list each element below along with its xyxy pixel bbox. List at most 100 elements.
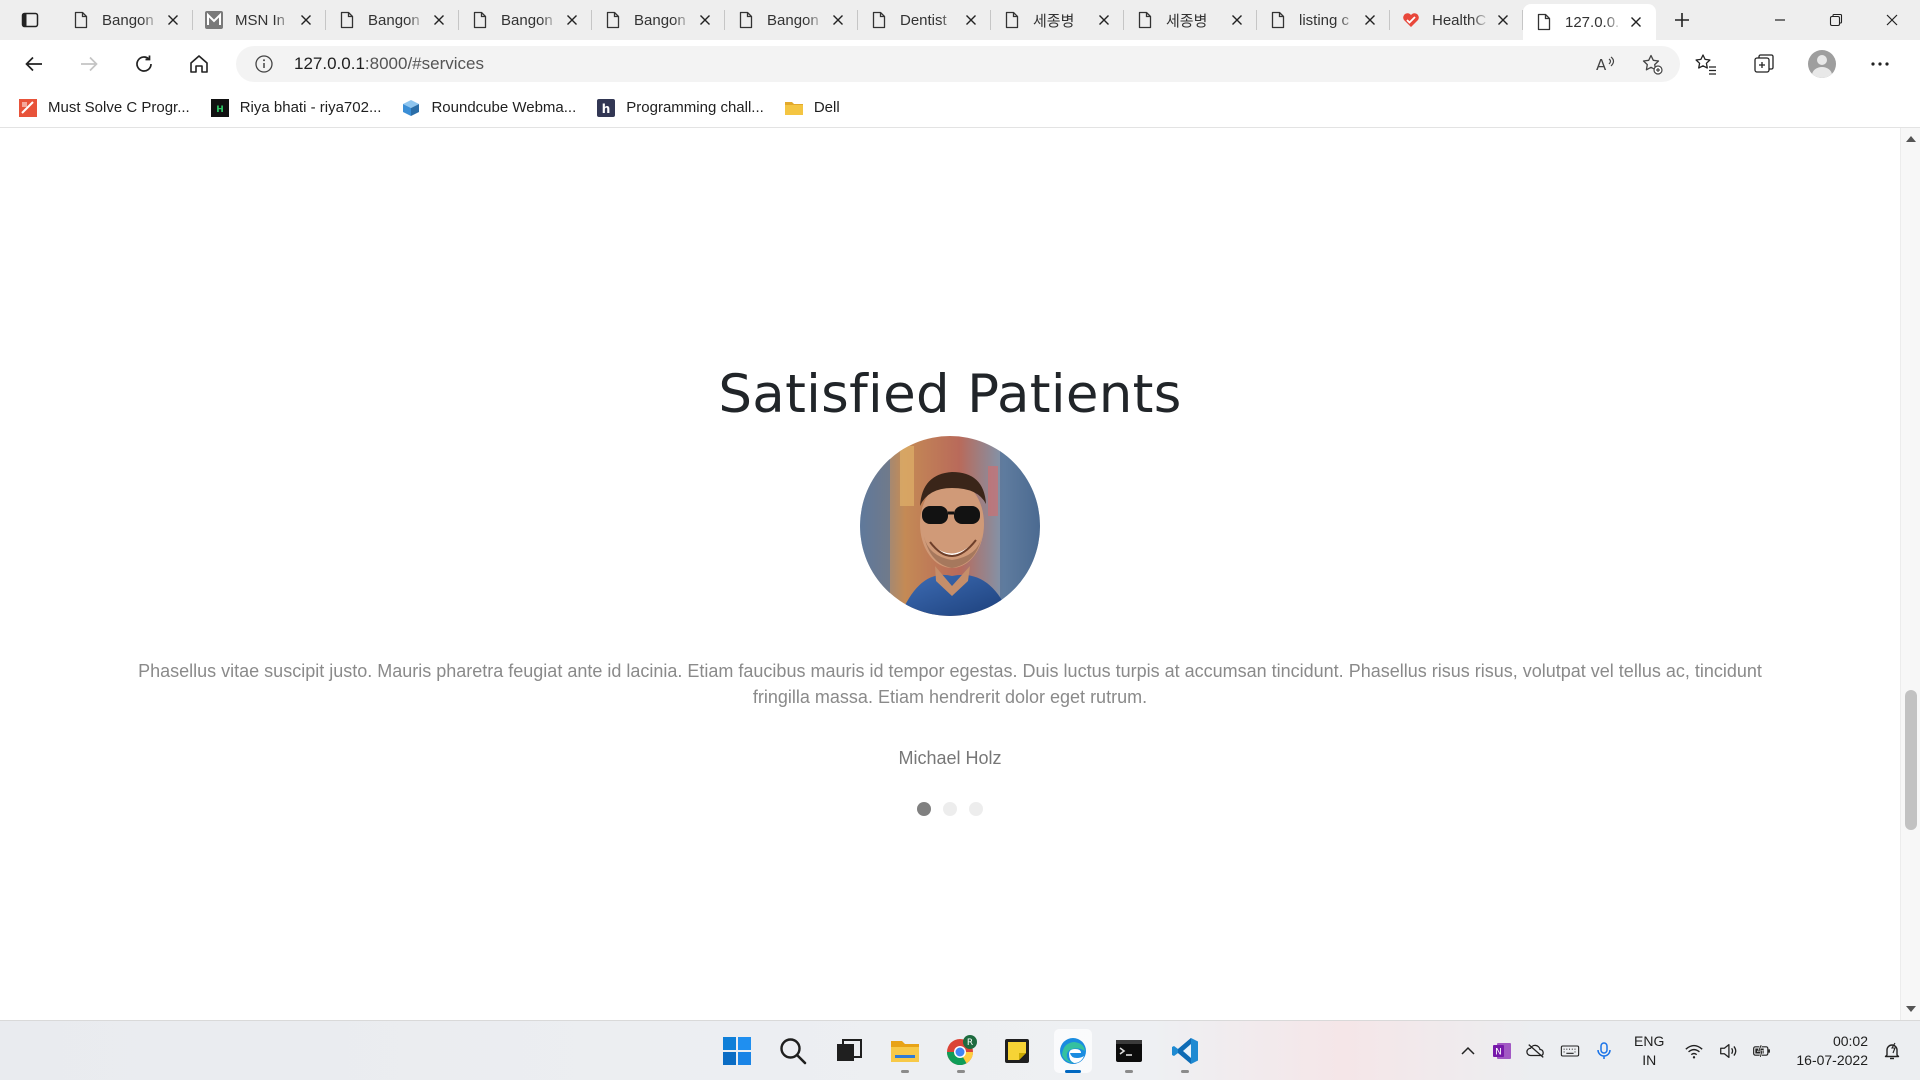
input-language-indicator[interactable]: ENG IN [1634, 1032, 1664, 1070]
reload-icon [136, 55, 152, 72]
forward-button[interactable] [69, 46, 109, 82]
profile-button[interactable] [1804, 46, 1840, 82]
scroll-up-arrow-icon[interactable] [1906, 136, 1916, 142]
keyboard-icon[interactable] [1560, 1041, 1580, 1061]
tab-title: MSN In [235, 11, 286, 29]
browser-tab[interactable]: Dentist [858, 0, 991, 40]
language-region: IN [1642, 1052, 1657, 1068]
browser-tab[interactable]: Bangon [326, 0, 459, 40]
tab-title: 세종병 [1033, 12, 1075, 30]
read-aloud-icon[interactable]: A [1594, 52, 1618, 76]
system-clock[interactable]: 00:02 16-07-2022 [1796, 1032, 1868, 1070]
svg-text:N: N [1495, 1048, 1502, 1058]
browser-tab[interactable]: listing c [1257, 0, 1390, 40]
carousel-dot-active[interactable] [917, 802, 931, 816]
sticky-notes-app[interactable] [998, 1029, 1036, 1073]
gfg-red-icon [18, 98, 38, 118]
onedrive-offline-icon[interactable] [1526, 1041, 1546, 1061]
browser-tab[interactable]: 세종병 [991, 0, 1124, 40]
tab-close-icon[interactable] [562, 10, 582, 30]
edge-icon [1060, 1038, 1086, 1064]
page-icon [604, 11, 622, 29]
task-view-button[interactable] [830, 1029, 868, 1073]
favorites-button[interactable] [1688, 46, 1724, 82]
url-text: 127.0.0.1:8000/#services [294, 54, 484, 74]
tab-close-icon[interactable] [163, 10, 183, 30]
page-icon [72, 11, 90, 29]
testimonial-text: Phasellus vitae suscipit justo. Mauris p… [138, 661, 1762, 707]
bookmark-label: Riya bhati - riya702... [239, 99, 382, 116]
browser-tab[interactable]: Bangon [459, 0, 592, 40]
running-indicator [957, 1070, 965, 1073]
bookmark-item[interactable]: H Riya bhati - riya702... [210, 98, 382, 118]
bookmark-item[interactable]: h Programming chall... [596, 98, 764, 118]
back-button[interactable] [14, 46, 54, 82]
vscode-app[interactable] [1166, 1029, 1204, 1073]
more-horizontal-icon [1871, 62, 1889, 66]
browser-tab[interactable]: MSN In [193, 0, 326, 40]
tab-close-icon[interactable] [429, 10, 449, 30]
show-hidden-icons-chevron-up-icon[interactable] [1458, 1041, 1478, 1061]
tab-close-icon[interactable] [695, 10, 715, 30]
collections-button[interactable] [1746, 46, 1782, 82]
onenote-icon[interactable]: N [1492, 1041, 1512, 1061]
window-controls [1752, 0, 1920, 40]
volume-icon[interactable] [1718, 1041, 1738, 1061]
tab-close-icon[interactable] [961, 10, 981, 30]
svg-text:A: A [1596, 56, 1607, 74]
tab-close-icon[interactable] [828, 10, 848, 30]
browser-tab[interactable]: Bangon [60, 0, 193, 40]
browser-tab[interactable]: Bangon [725, 0, 858, 40]
page-scrollbar[interactable] [1900, 128, 1920, 1020]
close-window-button[interactable] [1864, 0, 1920, 40]
bookmark-item[interactable]: Dell [784, 98, 840, 118]
bookmark-item[interactable]: Roundcube Webma... [401, 98, 576, 118]
home-button[interactable] [179, 46, 219, 82]
tab-close-icon[interactable] [1094, 10, 1114, 30]
chrome-app[interactable]: R [942, 1029, 980, 1073]
start-button[interactable] [718, 1029, 756, 1073]
browser-tab[interactable]: 세종병 [1124, 0, 1257, 40]
edge-app[interactable] [1054, 1029, 1092, 1073]
site-info-icon[interactable] [254, 54, 274, 74]
browser-tab[interactable]: Bangon [592, 0, 725, 40]
avatar [1808, 50, 1836, 78]
reload-button[interactable] [124, 46, 164, 82]
search-icon [780, 1038, 807, 1065]
tab-title: listing c [1299, 11, 1350, 29]
battery-charging-icon[interactable] [1752, 1041, 1772, 1061]
microphone-icon[interactable] [1594, 1041, 1614, 1061]
tab-active[interactable]: 127.0.0. [1523, 4, 1656, 40]
carousel-dot[interactable] [969, 802, 983, 816]
tab-close-icon[interactable] [1493, 10, 1513, 30]
active-app-indicator [1065, 1070, 1081, 1073]
file-explorer-app[interactable] [886, 1029, 924, 1073]
arrow-right-icon [81, 56, 98, 72]
web-page: Satisfied Patients Phasellus vitae susci… [0, 128, 1900, 1020]
tab-close-icon[interactable] [296, 10, 316, 30]
minimize-button[interactable] [1752, 0, 1808, 40]
taskbar-search-button[interactable] [774, 1029, 812, 1073]
tab-close-icon[interactable] [1360, 10, 1380, 30]
tab-list: Bangon MSN In Bangon Bangon Bangon Bangon Dent… [60, 0, 1656, 40]
tab-close-icon[interactable] [1626, 12, 1646, 32]
wifi-icon[interactable] [1684, 1041, 1704, 1061]
tab-actions-menu-button[interactable] [0, 0, 60, 40]
scroll-down-arrow-icon[interactable] [1906, 1006, 1916, 1012]
add-favorite-icon[interactable] [1640, 52, 1664, 76]
terminal-app[interactable] [1110, 1029, 1148, 1073]
new-tab-button[interactable] [1660, 0, 1704, 40]
carousel-dot[interactable] [943, 802, 957, 816]
scroll-thumb[interactable] [1905, 690, 1917, 830]
page-icon [1003, 11, 1021, 29]
browser-tab[interactable]: HealthC [1390, 0, 1523, 40]
tab-title: HealthC [1432, 11, 1487, 29]
address-bar[interactable]: 127.0.0.1:8000/#services A [236, 46, 1680, 82]
restore-button[interactable] [1808, 0, 1864, 40]
tab-close-icon[interactable] [1227, 10, 1247, 30]
bookmark-item[interactable]: Must Solve C Progr... [18, 98, 190, 118]
settings-more-button[interactable] [1862, 46, 1898, 82]
notifications-bell-icon[interactable] [1882, 1041, 1902, 1061]
bookmark-label: Must Solve C Progr... [48, 99, 190, 116]
collections-icon [1754, 54, 1774, 73]
